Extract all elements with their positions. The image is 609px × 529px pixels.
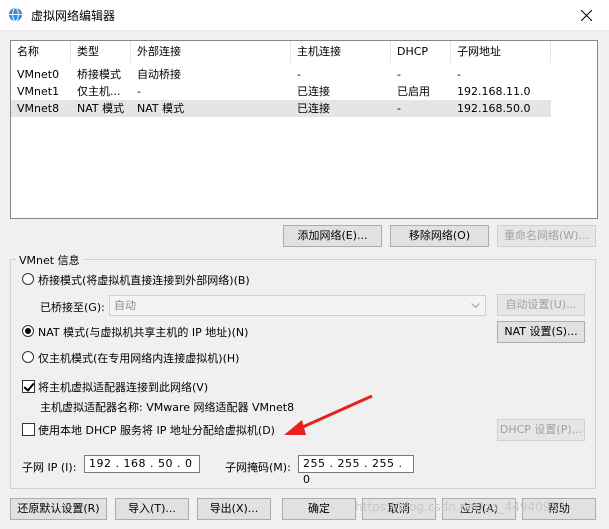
cell-type: 仅主机... — [77, 85, 121, 98]
cell-subnet: - — [457, 68, 461, 81]
bridged-label[interactable]: 桥接模式(将虚拟机直接连接到外部网络)(B) — [38, 272, 250, 288]
subnet-ip-input[interactable]: 192 . 168 . 50 . 0 — [84, 455, 200, 473]
cell-name: VMnet1 — [17, 85, 60, 98]
cell-subnet: 192.168.50.0 — [457, 102, 531, 115]
export-button[interactable]: 导出(X)... — [197, 498, 271, 520]
subnet-mask-label: 子网掩码(M): — [225, 461, 291, 474]
cell-external: 自动桥接 — [137, 68, 181, 81]
nat-label[interactable]: NAT 模式(与虚拟机共享主机的 IP 地址)(N) — [38, 324, 248, 340]
title-bar: 虚拟网络编辑器 — [0, 0, 609, 31]
column-header-subnet[interactable]: 子网地址 — [451, 41, 551, 63]
restore-defaults-button[interactable]: 还原默认设置(R) — [10, 498, 107, 520]
ok-button[interactable]: 确定 — [282, 498, 356, 520]
table-row-selected[interactable]: VMnet8 NAT 模式 NAT 模式 已连接 - 192.168.50.0 — [11, 100, 551, 117]
bridged-to-select[interactable]: 自动 — [109, 295, 486, 316]
rename-network-button[interactable]: 重命名网络(W)... — [497, 225, 596, 247]
table-row[interactable]: VMnet0 桥接模式 自动桥接 - - - — [11, 66, 551, 83]
cell-type: 桥接模式 — [77, 68, 121, 81]
hostonly-label[interactable]: 仅主机模式(在专用网络内连接虚拟机)(H) — [38, 350, 239, 366]
table-row[interactable]: VMnet1 仅主机... - 已连接 已启用 192.168.11.0 — [11, 83, 551, 100]
close-button[interactable] — [563, 0, 609, 30]
network-globe-icon — [8, 7, 23, 22]
dhcp-checkbox[interactable] — [22, 423, 35, 436]
cell-type: NAT 模式 — [77, 102, 125, 115]
cell-name: VMnet0 — [17, 68, 60, 81]
bridged-to-value: 自动 — [114, 299, 136, 312]
annotation-arrow-icon — [284, 394, 373, 435]
bridged-radio[interactable] — [22, 273, 34, 285]
chevron-down-icon — [471, 303, 480, 309]
bridged-to-label: 已桥接至(G): — [40, 301, 105, 314]
column-header-type[interactable]: 类型 — [71, 41, 131, 63]
dhcp-label[interactable]: 使用本地 DHCP 服务将 IP 地址分配给虚拟机(D) — [38, 422, 275, 438]
adapter-name-text: 主机虚拟适配器名称: VMware 网络适配器 VMnet8 — [40, 401, 295, 414]
cell-external: NAT 模式 — [137, 102, 185, 115]
column-header-name[interactable]: 名称 — [11, 41, 71, 63]
nat-settings-button[interactable]: NAT 设置(S)... — [497, 321, 585, 343]
column-header-host[interactable]: 主机连接 — [291, 41, 391, 63]
network-list[interactable]: 名称 类型 外部连接 主机连接 DHCP 子网地址 VMnet0 桥接模式 自动… — [10, 40, 598, 219]
import-button[interactable]: 导入(T)... — [115, 498, 189, 520]
cell-host: - — [297, 68, 301, 81]
dhcp-settings-button[interactable]: DHCP 设置(P)... — [497, 419, 585, 441]
auto-settings-button[interactable]: 自动设置(U)... — [497, 294, 585, 316]
nat-radio[interactable] — [22, 325, 34, 337]
cell-dhcp: - — [397, 68, 401, 81]
connect-adapter-checkbox[interactable] — [22, 380, 35, 393]
cell-host: 已连接 — [297, 85, 330, 98]
close-icon — [580, 9, 592, 21]
cell-host: 已连接 — [297, 102, 330, 115]
connect-adapter-label[interactable]: 将主机虚拟适配器连接到此网络(V) — [38, 379, 208, 395]
cell-external: - — [137, 85, 141, 98]
cell-subnet: 192.168.11.0 — [457, 85, 531, 98]
hostonly-radio[interactable] — [22, 351, 34, 363]
remove-network-button[interactable]: 移除网络(O) — [390, 225, 489, 247]
column-header-external[interactable]: 外部连接 — [131, 41, 291, 63]
column-header-dhcp[interactable]: DHCP — [391, 41, 451, 63]
cell-name: VMnet8 — [17, 102, 60, 115]
cell-dhcp: - — [397, 102, 401, 115]
subnet-ip-label: 子网 IP (I): — [22, 461, 77, 474]
vmnet-info-title: VMnet 信息 — [16, 252, 83, 268]
subnet-mask-input[interactable]: 255 . 255 . 255 . 0 — [298, 455, 414, 486]
window-title: 虚拟网络编辑器 — [31, 9, 116, 23]
cell-dhcp: 已启用 — [397, 85, 430, 98]
add-network-button[interactable]: 添加网络(E)... — [283, 225, 382, 247]
watermark-text: https://blog.csdn.net/qq_44940952 — [355, 500, 566, 514]
